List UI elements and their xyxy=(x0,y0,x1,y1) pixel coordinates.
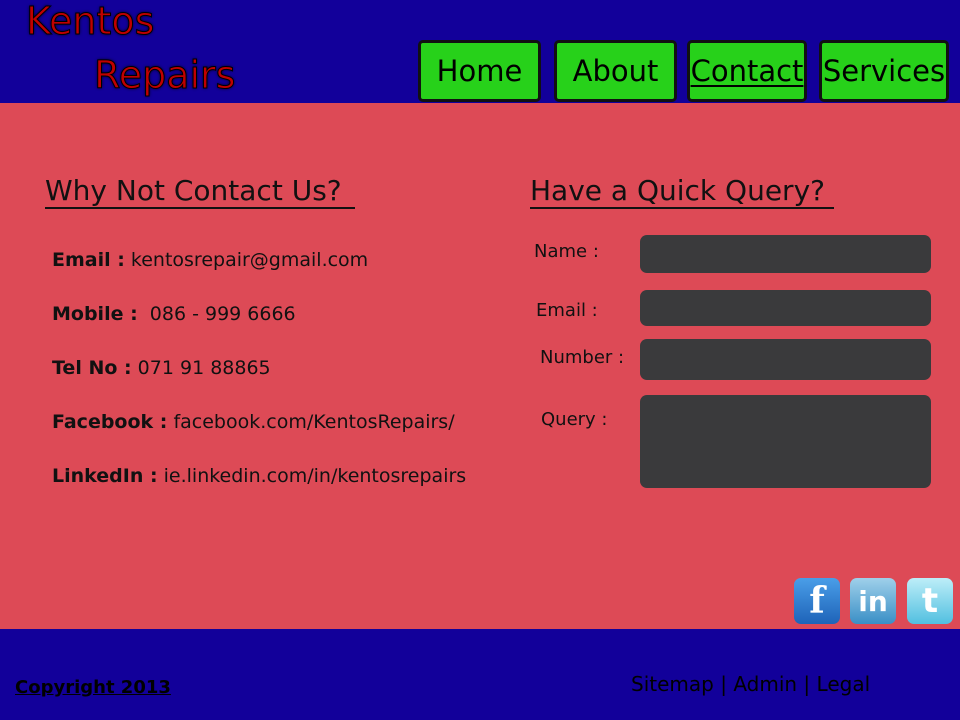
contact-tel: Tel No : 071 91 88865 xyxy=(52,357,271,379)
nav-about[interactable]: About xyxy=(554,40,677,102)
nav-services[interactable]: Services xyxy=(819,40,949,102)
admin-link[interactable]: Admin xyxy=(733,672,797,696)
email-label: Email : xyxy=(536,300,598,321)
contact-heading: Why Not Contact Us? xyxy=(45,177,355,209)
logo[interactable]: Kentos Repairs xyxy=(0,0,260,103)
email-input[interactable] xyxy=(640,290,931,326)
linkedin-icon[interactable]: in xyxy=(850,578,896,624)
header: Kentos Repairs Home About Contact Servic… xyxy=(0,0,960,103)
copyright-text: Copyright 2013 xyxy=(15,677,171,698)
twitter-icon[interactable]: t xyxy=(907,578,953,624)
name-input[interactable] xyxy=(640,235,931,273)
sitemap-link[interactable]: Sitemap xyxy=(631,672,714,696)
number-input[interactable] xyxy=(640,339,931,380)
query-textarea[interactable] xyxy=(640,395,931,488)
logo-line-1: Kentos xyxy=(25,0,155,43)
legal-link[interactable]: Legal xyxy=(817,672,871,696)
contact-email: Email : kentosrepair@gmail.com xyxy=(52,249,369,271)
logo-line-2: Repairs xyxy=(93,53,236,97)
name-label: Name : xyxy=(534,241,599,262)
query-heading: Have a Quick Query? xyxy=(530,177,834,209)
nav-home[interactable]: Home xyxy=(418,40,541,102)
contact-mobile: Mobile : 086 - 999 6666 xyxy=(52,303,296,325)
nav-contact[interactable]: Contact xyxy=(687,40,807,102)
footer-separator: | xyxy=(803,672,811,696)
contact-linkedin: LinkedIn : ie.linkedin.com/in/kentosrepa… xyxy=(52,465,467,487)
footer-links: Sitemap | Admin | Legal xyxy=(631,672,870,696)
number-label: Number : xyxy=(540,347,625,368)
query-label: Query : xyxy=(541,409,608,430)
footer-separator: | xyxy=(720,672,727,696)
contact-facebook: Facebook : facebook.com/KentosRepairs/ xyxy=(52,411,455,433)
facebook-icon[interactable]: f xyxy=(794,578,840,624)
